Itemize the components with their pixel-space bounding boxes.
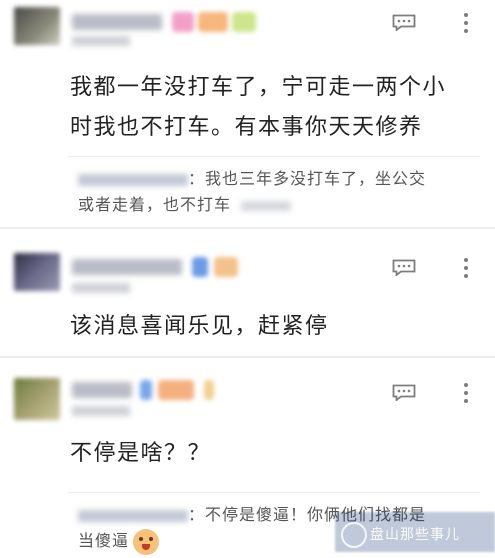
reply-username[interactable] (78, 173, 188, 186)
comment-body-line-2: 时我也不打车。有本事你天天修养 (70, 115, 423, 140)
avatar[interactable] (14, 253, 60, 291)
reply-quote-line-2: 或者走着，也不打车 (78, 192, 292, 218)
comment-item-2: 该消息喜闻乐见，赶紧停 (0, 233, 495, 353)
reply-text-line-2: 或者走着，也不打车 (78, 195, 232, 214)
reply-quote-divider (68, 156, 480, 157)
more-vertical-icon[interactable] (462, 382, 470, 404)
comment-separator (0, 227, 495, 229)
username[interactable] (72, 14, 162, 30)
user-badge (198, 12, 228, 32)
comment-reply-icon[interactable] (392, 384, 416, 401)
watermark-logo-icon (341, 522, 367, 548)
username[interactable] (72, 259, 182, 275)
reply-date (241, 200, 292, 211)
reply-username[interactable] (78, 509, 188, 522)
comment-meta (72, 36, 130, 46)
reply-text-line-2: 当傻逼 (78, 531, 130, 550)
avatar[interactable] (14, 378, 60, 420)
angry-face-emoji-icon (133, 528, 160, 555)
username[interactable] (72, 382, 132, 398)
user-badge (232, 12, 256, 32)
more-vertical-icon[interactable] (462, 12, 470, 34)
user-badge (192, 257, 208, 277)
comment-reply-icon[interactable] (392, 14, 416, 31)
user-badge (158, 380, 194, 400)
avatar[interactable] (14, 7, 60, 45)
comment-meta (72, 283, 130, 293)
watermark-text: 盘山那些事儿 (370, 527, 460, 543)
reply-quote-line-2: 当傻逼 (78, 528, 160, 555)
reply-quote-divider (68, 492, 480, 493)
comment-body-line-1: 该消息喜闻乐见，赶紧停 (70, 314, 329, 339)
comment-reply-icon[interactable] (392, 259, 416, 276)
user-badge (140, 380, 152, 400)
comment-item-1: 我都一年没打车了，宁可走一两个小 时我也不打车。有本事你天天修养 ：我也三年多没… (0, 0, 495, 225)
comment-body-line-1: 我都一年没打车了，宁可走一两个小 (70, 75, 447, 100)
user-badge (172, 12, 194, 32)
user-badge (214, 257, 238, 277)
more-vertical-icon[interactable] (462, 257, 470, 279)
reply-text-line-1: ：我也三年多没打车了，坐公交 (188, 169, 427, 188)
reply-quote[interactable]: ：我也三年多没打车了，坐公交 (78, 166, 426, 192)
comment-meta (72, 406, 130, 416)
comment-separator (0, 356, 495, 358)
user-badge (204, 380, 214, 400)
comment-body-line-1: 不停是啥？？ (70, 441, 212, 466)
